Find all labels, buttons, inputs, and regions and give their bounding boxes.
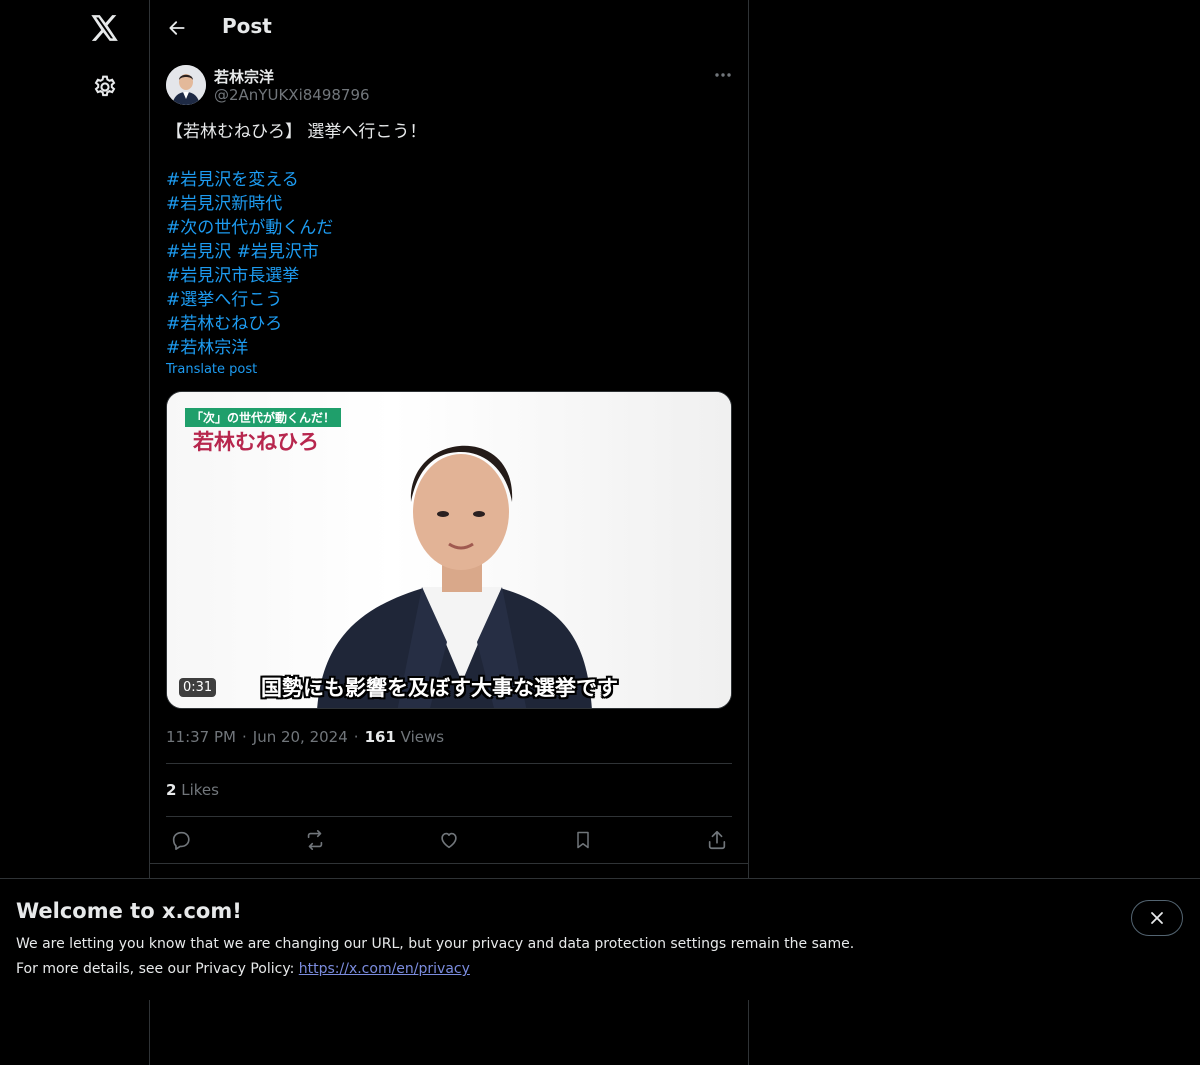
likes-link[interactable]: 2 Likes (166, 781, 219, 799)
banner-privacy-prefix: For more details, see our Privacy Policy… (16, 961, 299, 977)
avatar[interactable] (166, 65, 206, 105)
privacy-policy-link[interactable]: https://x.com/en/privacy (299, 961, 470, 977)
action-bar (166, 828, 732, 852)
post-header: Post (150, 0, 748, 54)
video-subtitle: 国勢にも影響を及ぼす大事な選挙です (261, 676, 618, 700)
views-count: 161 (364, 728, 396, 746)
banner-privacy-line: For more details, see our Privacy Policy… (16, 961, 470, 977)
views-label: Views (400, 728, 445, 746)
more-options-icon[interactable] (710, 65, 736, 85)
divider (150, 863, 748, 864)
translate-post-link[interactable]: Translate post (166, 362, 257, 377)
author-handle[interactable]: @2AnYUKXi8498796 (214, 86, 370, 104)
banner-title: Welcome to x.com! (16, 899, 242, 923)
post-metadata: 11:37 PM · Jun 20, 2024 · 161 Views (166, 728, 444, 746)
likes-count: 2 (166, 781, 177, 799)
reply-icon[interactable] (169, 828, 193, 852)
divider (166, 763, 732, 764)
likes-label: Likes (181, 781, 219, 799)
separator-dot: · (353, 728, 359, 746)
page-title: Post (222, 14, 272, 38)
repost-icon[interactable] (303, 828, 327, 852)
close-banner-button[interactable] (1131, 900, 1183, 936)
banner-message: We are letting you know that we are chan… (16, 936, 855, 952)
hashtag-link[interactable]: #若林むねひろ (166, 312, 732, 336)
separator-dot: · (241, 728, 247, 746)
gear-icon[interactable] (92, 74, 118, 100)
arrow-left-icon[interactable] (164, 15, 190, 41)
share-icon[interactable] (705, 828, 729, 852)
close-icon (1151, 912, 1163, 924)
hashtag-link[interactable]: #若林宗洋 (166, 336, 732, 360)
video-name-title: 若林むねひろ (193, 430, 319, 454)
hashtag-link[interactable]: #岩見沢 #岩見沢市 (166, 240, 732, 264)
hashtag-list: #岩見沢を変える #岩見沢新時代 #次の世代が動くんだ #岩見沢 #岩見沢市 #… (166, 168, 732, 360)
post-date[interactable]: Jun 20, 2024 (253, 728, 348, 746)
hashtag-link[interactable]: #岩見沢新時代 (166, 192, 732, 216)
hashtag-link[interactable]: #岩見沢市長選挙 (166, 264, 732, 288)
post-time[interactable]: 11:37 PM (166, 728, 236, 746)
video-tag-label: 「次」の世代が動くんだ！ (185, 408, 342, 427)
video-player[interactable]: 「次」の世代が動くんだ！ 若林むねひろ 0:31 国勢にも影響を及ぼす大事な選挙… (166, 391, 732, 709)
author-name[interactable]: 若林宗洋 (214, 66, 274, 87)
divider (166, 816, 732, 817)
bookmark-icon[interactable] (571, 828, 595, 852)
like-icon[interactable] (437, 828, 461, 852)
hashtag-link[interactable]: #次の世代が動くんだ (166, 216, 732, 240)
welcome-banner: Welcome to x.com! We are letting you kno… (0, 878, 1200, 1000)
hashtag-link[interactable]: #岩見沢を変える (166, 168, 732, 192)
video-duration-badge: 0:31 (179, 678, 217, 697)
x-logo-icon[interactable] (90, 13, 120, 43)
hashtag-link[interactable]: #選挙へ行こう (166, 288, 732, 312)
post-text: 【若林むねひろ】 選挙へ行こう！ (166, 122, 427, 142)
